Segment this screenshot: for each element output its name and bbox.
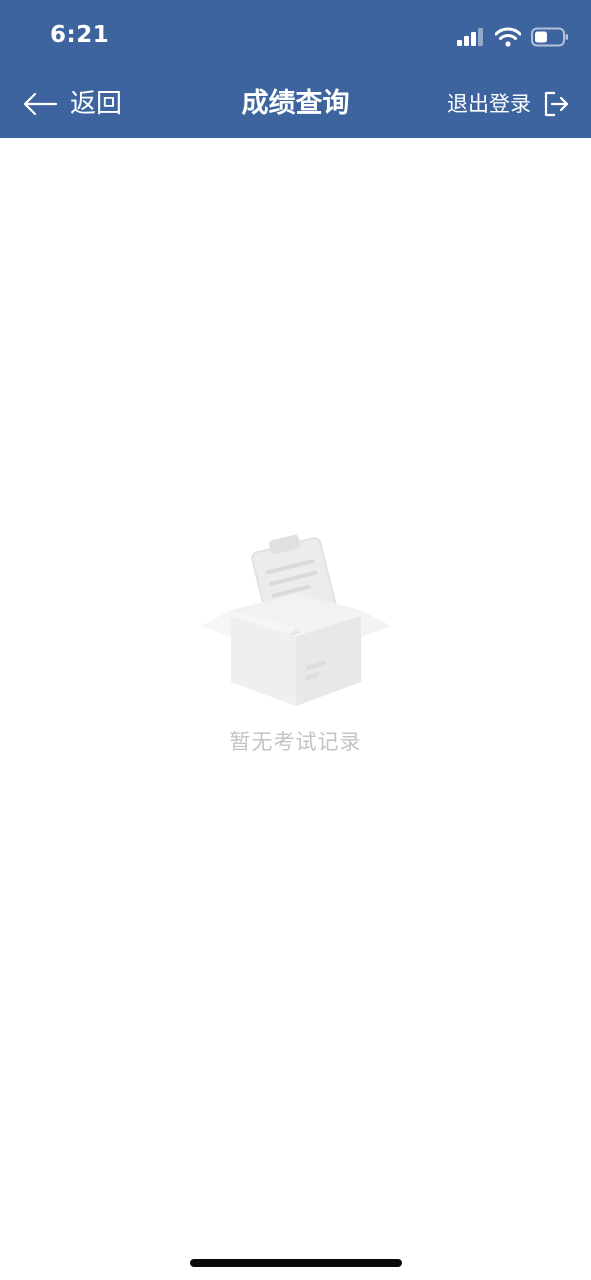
app-header: 6:21 返回 成绩查询 退出登录	[0, 0, 591, 138]
empty-box-icon	[200, 534, 391, 706]
logout-icon	[544, 91, 569, 117]
home-indicator[interactable]	[190, 1259, 402, 1267]
signal-icon	[457, 28, 483, 46]
nav-bar: 返回 成绩查询 退出登录	[0, 70, 591, 138]
empty-state: 暂无考试记录	[0, 530, 591, 756]
wifi-icon	[495, 27, 521, 47]
status-bar: 6:21	[0, 0, 591, 70]
arrow-left-icon	[23, 92, 58, 116]
battery-icon	[531, 27, 568, 47]
status-icons	[457, 26, 569, 48]
logout-button[interactable]: 退出登录	[447, 84, 569, 124]
logout-label: 退出登录	[447, 92, 531, 116]
back-button[interactable]: 返回	[22, 84, 122, 124]
empty-message: 暂无考试记录	[229, 730, 362, 754]
back-label: 返回	[70, 89, 123, 119]
status-time: 6:21	[50, 22, 110, 48]
